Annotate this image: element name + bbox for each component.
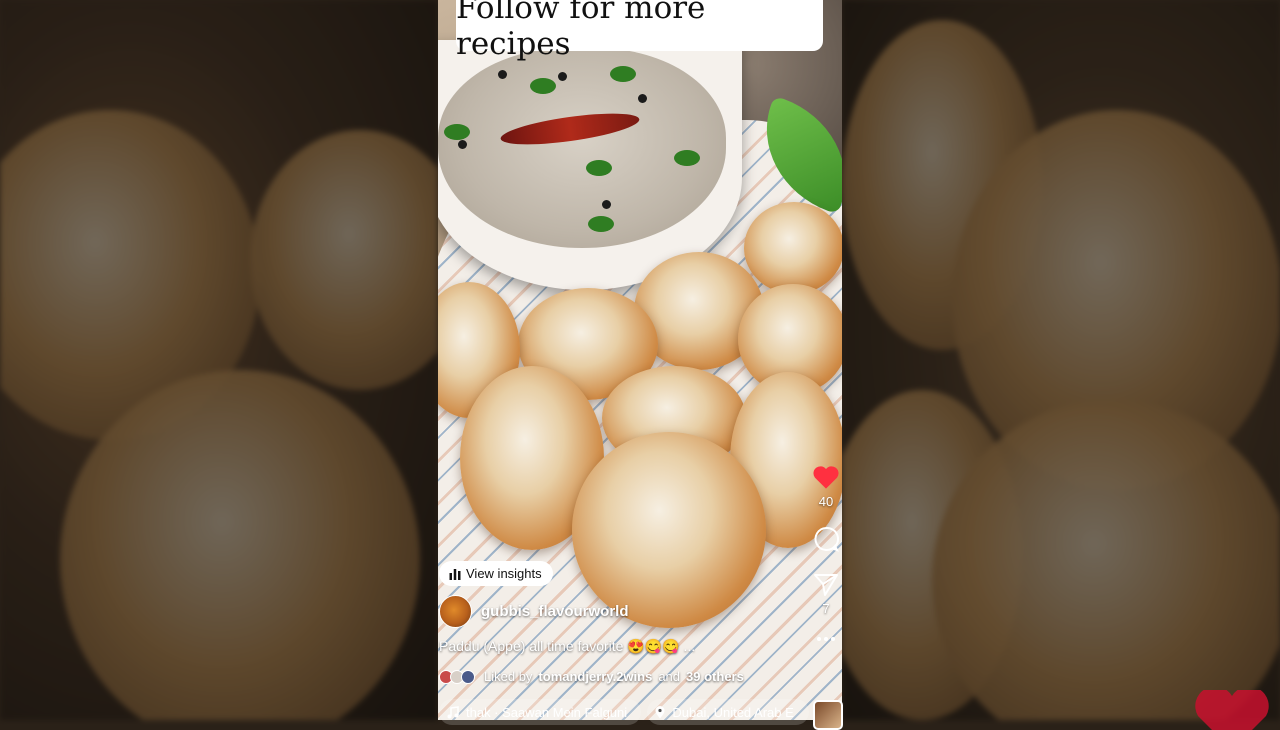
location-name: Dubai, United Arab E: [672, 704, 794, 720]
author-row: gubbis_flavourworld: [439, 595, 629, 628]
audio-thumbnail[interactable]: [813, 700, 843, 730]
view-insights-button[interactable]: View insights: [439, 561, 553, 586]
likes-user[interactable]: tomandjerry.2wins: [538, 669, 652, 684]
share-button[interactable]: [812, 571, 840, 597]
comment-icon: [814, 526, 840, 552]
liked-by-row[interactable]: Liked by tomandjerry.2wins and 39 others: [439, 669, 744, 684]
music-title: thak · Saawan Mein Falguni: [466, 704, 628, 720]
blurred-background-right: [842, 0, 1280, 720]
location-pill[interactable]: Dubai, United Arab E: [647, 699, 809, 725]
more-options-button[interactable]: [816, 636, 836, 642]
location-pin-icon: [655, 705, 665, 718]
caption[interactable]: Paddu (Appe) all time favorite 😍😋😋 ...: [439, 638, 695, 655]
username[interactable]: gubbis_flavourworld: [481, 603, 629, 620]
likes-and: and: [658, 669, 681, 684]
more-icon: [817, 637, 835, 641]
share-icon: [814, 574, 838, 596]
likes-prefix: Liked by: [484, 669, 533, 684]
blurred-background-left: [0, 0, 438, 720]
share-count: 7: [822, 601, 830, 616]
banner-text: Follow for more recipes: [456, 0, 706, 62]
like-button[interactable]: [812, 464, 840, 490]
comment-button[interactable]: [812, 525, 840, 553]
heart-icon: [1195, 690, 1269, 730]
music-note-icon: [447, 705, 459, 718]
like-count: 40: [818, 494, 834, 509]
liker-avatars: [439, 669, 475, 684]
likes-others[interactable]: 39 others: [686, 669, 744, 684]
avatar[interactable]: [439, 595, 472, 628]
follow-banner: Follow for more recipes: [456, 0, 823, 62]
music-pill[interactable]: thak · Saawan Mein Falguni: [439, 699, 642, 725]
bar-chart-icon: [449, 568, 461, 580]
heart-icon: [813, 466, 839, 489]
action-column: 40 7: [806, 460, 846, 642]
view-insights-label: View insights: [466, 566, 542, 581]
bottom-info-bar: thak · Saawan Mein Falguni Dubai, United…: [439, 699, 809, 725]
